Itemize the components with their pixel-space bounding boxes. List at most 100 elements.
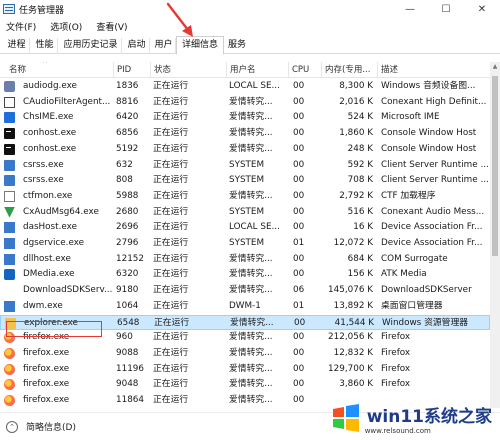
scroll-up-icon[interactable]: ▲ <box>490 62 500 72</box>
cell-cpu: 01 <box>293 238 305 248</box>
cell-status: 正在运行 <box>153 112 189 123</box>
cell-desc: Device Association Fr... <box>381 222 483 233</box>
fewer-details-link[interactable]: 简略信息(D) <box>26 420 76 433</box>
column-cpu[interactable]: CPU <box>288 62 320 78</box>
column-description[interactable]: 描述 <box>377 62 490 78</box>
cell-user: 爱情转究... <box>229 112 273 123</box>
vertical-scrollbar[interactable]: ▲ <box>490 62 500 408</box>
cx-icon <box>4 206 15 218</box>
menu-view[interactable]: 查看(V) <box>96 20 127 33</box>
table-row[interactable]: CAudioFilterAgent... 8816 正在运行 爱情转究... 00 2,0… <box>0 95 490 111</box>
cell-status: 正在运行 <box>153 159 189 170</box>
firefox-icon <box>4 395 15 406</box>
cell-name: dllhost.exe <box>23 253 71 264</box>
tab-startup[interactable]: 启动 <box>124 38 150 54</box>
cell-mem: 2,792 K <box>339 190 373 201</box>
cell-mem: 16 K <box>353 222 373 233</box>
menu-options[interactable]: 选项(O) <box>50 20 82 33</box>
tab-users[interactable]: 用户 <box>152 38 176 54</box>
table-row[interactable]: dgservice.exe 2796 正在运行 SYSTEM 01 12,072 K Dev… <box>0 236 490 252</box>
cell-desc: Firefox <box>381 332 411 343</box>
table-row[interactable]: dasHost.exe 2696 正在运行 LOCAL SE... 00 16 K Devi… <box>0 220 490 236</box>
cell-mem: 13,892 K <box>333 300 373 311</box>
cell-user: 爱情转究... <box>229 96 273 107</box>
firefox-icon <box>4 379 15 391</box>
table-row[interactable]: CxAudMsg64.exe 2680 正在运行 SYSTEM 00 516 K Conex… <box>0 205 490 221</box>
tab-services[interactable]: 服务 <box>225 38 249 54</box>
ime-icon <box>4 112 15 124</box>
cell-name: CAudioFilterAgent... <box>23 96 111 107</box>
chevron-up-icon[interactable]: ⌃ <box>6 420 18 433</box>
cell-desc: COM Surrogate <box>381 253 448 264</box>
cell-status: 正在运行 <box>153 206 189 217</box>
close-button[interactable]: ✕ <box>464 0 500 18</box>
table-row[interactable]: DownloadSDKServ... 9180 正在运行 爱情转究... 06 145,0… <box>0 283 490 299</box>
ctf-icon <box>4 190 15 202</box>
cell-desc: Windows 音频设备图... <box>381 81 476 91</box>
cell-cpu: 00 <box>293 206 305 217</box>
tab-processes[interactable]: 进程 <box>4 38 30 54</box>
cell-cpu: 00 <box>293 159 305 170</box>
cell-status: 正在运行 <box>153 269 189 280</box>
table-row[interactable]: conhost.exe 6856 正在运行 爱情转究... 00 1,860 K Conso… <box>0 126 490 142</box>
cell-name: ChsIME.exe <box>23 112 74 123</box>
cell-mem: 12,072 K <box>333 238 373 248</box>
table-row[interactable]: firefox.exe 9048 正在运行 爱情转究... 00 3,860 K Firef… <box>0 377 490 393</box>
table-row[interactable]: dllhost.exe 12152 正在运行 爱情转究... 00 684 K COM Su… <box>0 252 490 268</box>
scroll-thumb[interactable] <box>492 76 498 256</box>
cell-desc: Conexant High Definit... <box>381 96 487 107</box>
cell-user: 爱情转究... <box>229 379 273 390</box>
cell-mem: 3,860 K <box>339 379 373 390</box>
cell-user: 爱情转究... <box>229 347 273 358</box>
tab-app-history[interactable]: 应用历史记录 <box>60 38 122 54</box>
cell-mem: 2,016 K <box>339 96 373 107</box>
cell-mem: 248 K <box>347 143 373 154</box>
cell-desc: Client Server Runtime ... <box>381 175 489 186</box>
cell-desc: Microsoft IME <box>381 112 440 123</box>
minimize-button[interactable]: — <box>392 0 428 18</box>
cell-pid: 5988 <box>116 190 139 201</box>
cell-cpu: 00 <box>293 143 305 154</box>
column-pid[interactable]: PID <box>113 62 149 78</box>
column-name[interactable]: 名称 ^ <box>6 62 112 78</box>
cell-mem: 41,544 K <box>334 317 374 328</box>
table-row[interactable]: firefox.exe 11196 正在运行 爱情转究... 00 129,700 K Fi… <box>0 362 490 378</box>
cell-pid: 632 <box>116 159 133 170</box>
windows-logo-icon <box>332 404 359 432</box>
tab-details[interactable]: 详细信息 <box>176 36 224 55</box>
cell-pid: 6320 <box>116 269 139 280</box>
table-row[interactable]: csrss.exe 632 正在运行 SYSTEM 00 592 K Client Serv… <box>0 158 490 174</box>
table-row[interactable]: ctfmon.exe 5988 正在运行 爱情转究... 00 2,792 K CTF 加载… <box>0 189 490 205</box>
title-bar: 任务管理器 — ☐ ✕ <box>0 0 500 18</box>
gear-icon <box>4 81 15 92</box>
column-status[interactable]: 状态 <box>150 62 226 78</box>
table-row[interactable]: DMedia.exe 6320 正在运行 爱情转究... 00 156 K ATK Medi… <box>0 267 490 283</box>
table-row[interactable]: audiodg.exe 1836 正在运行 LOCAL SE... 00 8,300 K W… <box>0 79 490 95</box>
cell-cpu: 00 <box>293 175 305 186</box>
maximize-button[interactable]: ☐ <box>428 0 464 18</box>
cell-status: 正在运行 <box>153 81 189 91</box>
column-memory[interactable]: 内存(专用... <box>321 62 377 78</box>
cell-desc: Conexant Audio Mess... <box>381 206 485 217</box>
table-row[interactable]: ChsIME.exe 6420 正在运行 爱情转究... 00 524 K Microsof… <box>0 110 490 126</box>
table-row[interactable]: dwm.exe 1064 正在运行 DWM-1 01 13,892 K 桌面窗口管理器 <box>0 299 490 315</box>
column-username[interactable]: 用户名 <box>226 62 288 78</box>
cell-pid: 6548 <box>117 317 140 328</box>
table-row[interactable]: csrss.exe 808 正在运行 SYSTEM 00 708 K Client Serv… <box>0 173 490 189</box>
annotation-highlight-box <box>6 321 102 337</box>
cell-mem: 1,860 K <box>339 128 373 139</box>
firefox-icon <box>4 347 15 359</box>
menu-file[interactable]: 文件(F) <box>6 20 36 33</box>
cell-desc: Console Window Host <box>381 143 477 154</box>
table-row[interactable]: conhost.exe 5192 正在运行 爱情转究... 00 248 K Console… <box>0 142 490 158</box>
cell-name: firefox.exe <box>23 347 70 358</box>
tab-performance[interactable]: 性能 <box>32 38 58 54</box>
table-row[interactable]: firefox.exe 9088 正在运行 爱情转究... 00 12,832 K Fire… <box>0 346 490 362</box>
cell-name: firefox.exe <box>23 363 70 374</box>
cell-desc: DownloadSDKServer <box>381 285 472 296</box>
console-icon <box>4 128 15 140</box>
cell-user: SYSTEM <box>229 159 265 170</box>
audio-icon <box>4 96 15 108</box>
site-watermark: win11系统之家 www.relsound.com <box>329 401 492 435</box>
cell-cpu: 01 <box>293 300 305 311</box>
